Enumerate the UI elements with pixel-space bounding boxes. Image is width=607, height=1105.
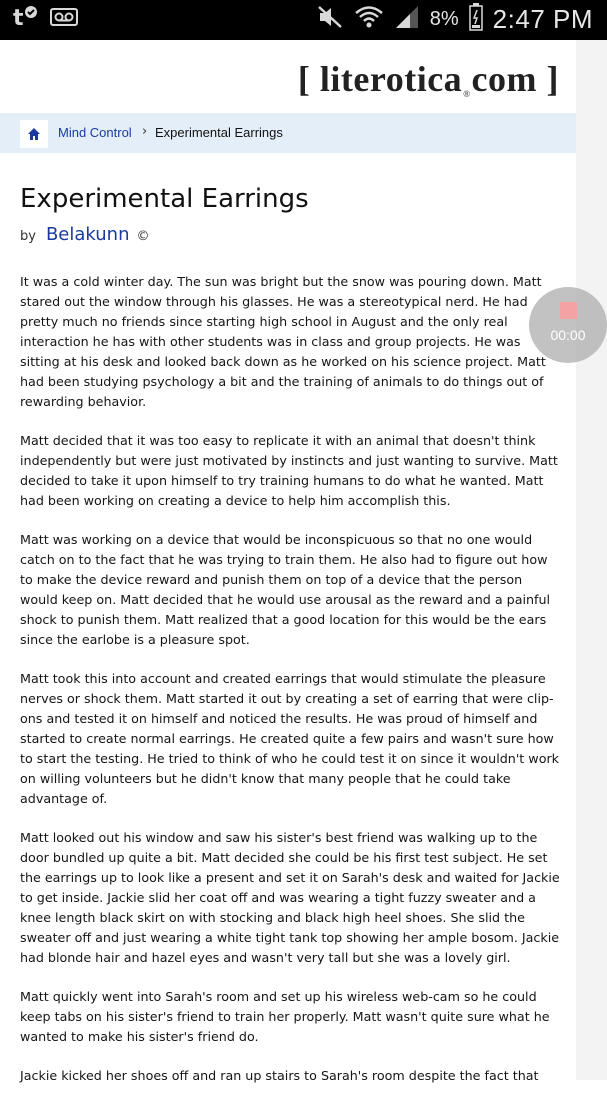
stop-record-icon[interactable] — [560, 302, 577, 319]
voicemail-icon — [50, 7, 78, 31]
status-bar: t 8% 2:47 PM — [0, 0, 607, 40]
recording-time: 00:00 — [550, 327, 586, 343]
signal-icon — [394, 4, 420, 34]
byline: by Belakunn © — [20, 224, 150, 245]
breadcrumb-current: Experimental Earrings — [155, 125, 283, 140]
mute-icon — [316, 4, 344, 34]
wifi-icon — [354, 4, 384, 34]
copyright-symbol: © — [136, 229, 150, 244]
page-edge — [576, 40, 607, 1080]
breadcrumb: Mind Control › Experimental Earrings — [0, 113, 576, 153]
tmobile-icon: t — [12, 4, 38, 34]
screen-recorder-widget[interactable]: 00:00 — [529, 287, 607, 363]
story-title: Experimental Earrings — [20, 184, 309, 214]
story-paragraph: Matt looked out his window and saw his s… — [20, 830, 560, 965]
story-body: It was a cold winter day. The sun was br… — [20, 272, 560, 1105]
site-logo[interactable]: [ literotica®com ] — [298, 58, 559, 100]
story-paragraph: Jackie kicked her shoes off and ran up s… — [20, 1068, 539, 1083]
breadcrumb-category-link[interactable]: Mind Control — [58, 125, 132, 140]
story-paragraph: Matt decided that it was too easy to rep… — [20, 433, 558, 508]
web-page: [ literotica®com ] Mind Control › Experi… — [0, 40, 607, 1083]
battery-icon — [468, 3, 483, 35]
story-paragraph: Matt quickly went into Sarah's room and … — [20, 989, 550, 1044]
story-paragraph: Matt was working on a device that would … — [20, 532, 551, 647]
story-paragraph: Matt took this into account and created … — [20, 671, 560, 806]
author-link[interactable]: Belakunn — [46, 224, 130, 245]
clock: 2:47 PM — [492, 3, 593, 34]
home-icon — [28, 128, 40, 140]
breadcrumb-separator: › — [142, 124, 148, 139]
svg-text:t: t — [13, 6, 24, 30]
home-button[interactable] — [20, 120, 48, 148]
battery-percent: 8% — [429, 7, 459, 30]
story-paragraph: It was a cold winter day. The sun was br… — [20, 274, 546, 409]
by-label: by — [20, 229, 36, 244]
